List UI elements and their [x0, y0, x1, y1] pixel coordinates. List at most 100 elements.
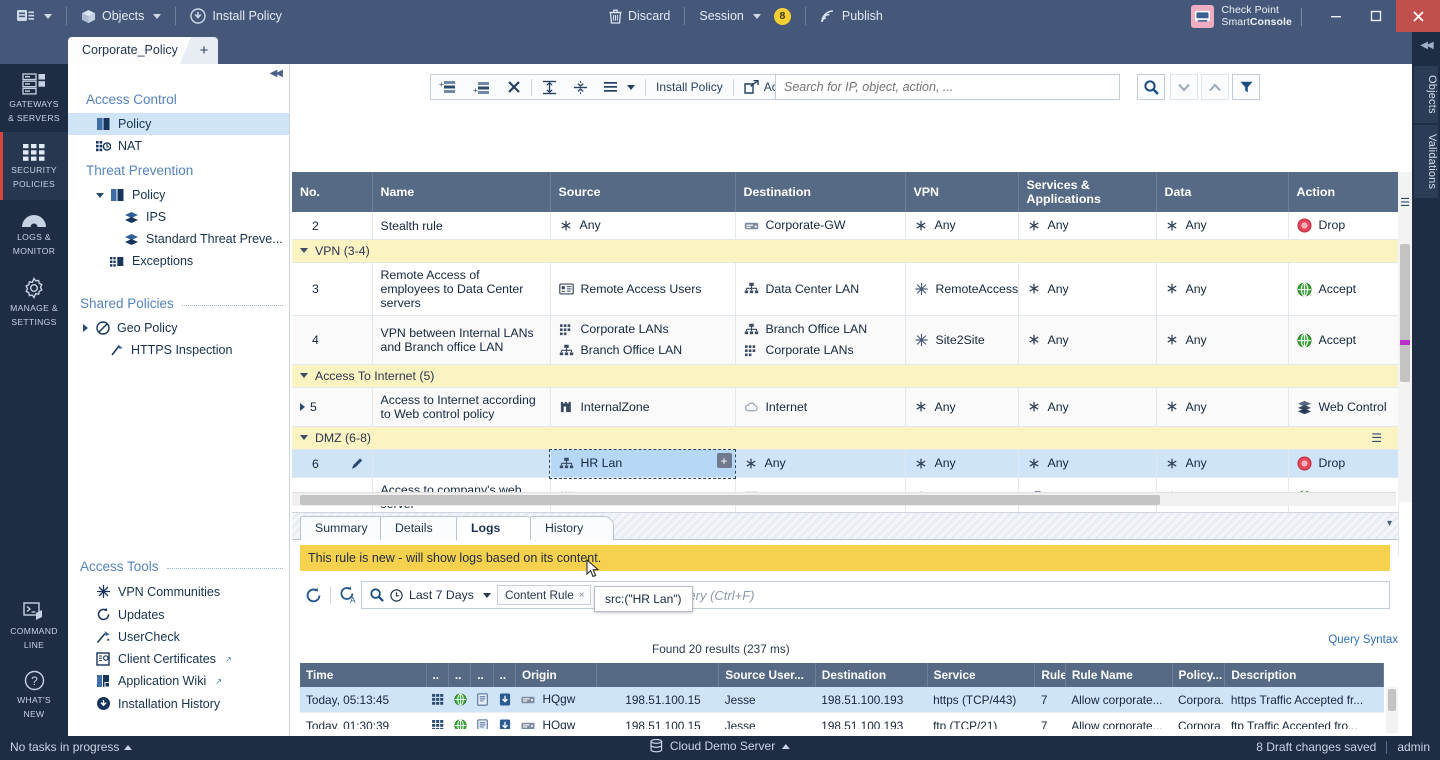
rule-name[interactable]: Remote Access of employees to Data Cente…: [372, 262, 551, 316]
rule-source[interactable]: HR Lan +: [549, 448, 736, 479]
rule-object[interactable]: HR Lan: [559, 455, 727, 472]
rule-object[interactable]: Any: [1165, 455, 1280, 472]
rule-object[interactable]: Data Center LAN: [744, 281, 897, 298]
rail-item-command-line[interactable]: COMMAND LINE: [0, 592, 68, 660]
rule-object[interactable]: Any: [744, 455, 897, 472]
install-policy-toolbar-button[interactable]: Install Policy: [648, 75, 731, 99]
user-label[interactable]: admin: [1397, 740, 1430, 754]
auto-refresh-button[interactable]: A: [335, 582, 361, 608]
rule-row[interactable]: 5 Access to Internet according to Web con…: [292, 387, 1399, 427]
rule-data[interactable]: Any: [1156, 212, 1289, 240]
nav-group-threat-prevention[interactable]: Threat Prevention: [68, 157, 289, 184]
scrollbar-thumb[interactable]: [1388, 689, 1396, 711]
install-policy-button[interactable]: Install Policy: [181, 3, 290, 29]
policy-tab-corporate-policy[interactable]: Corporate_Policy: [68, 37, 205, 64]
logcol-action[interactable]: ..: [448, 663, 472, 687]
rule-action[interactable]: Web Control: [1288, 387, 1399, 427]
new-tab-button[interactable]: +: [180, 37, 218, 64]
log-row[interactable]: Today, 05:13:45 HQgw 198.51.100.15 Jesse 198…: [300, 687, 1384, 713]
discard-button[interactable]: Discard: [600, 4, 679, 29]
rule-object[interactable]: Corporate LANs: [744, 342, 897, 359]
search-prev-button[interactable]: [1201, 74, 1229, 100]
rule-source[interactable]: Remote Access Users: [550, 262, 736, 316]
main-menu-button[interactable]: [8, 4, 61, 28]
rule-object[interactable]: Any: [1027, 399, 1148, 416]
rule-object[interactable]: Any: [914, 455, 1010, 472]
rule-group-header[interactable]: VPN (3-4): [292, 239, 1399, 263]
rule-services[interactable]: Any: [1018, 387, 1157, 427]
rule-name[interactable]: Access to Internet according to Web cont…: [372, 387, 551, 427]
rule-object[interactable]: Any: [1027, 217, 1148, 234]
rule-vpn[interactable]: Any: [905, 212, 1019, 240]
expand-all-button[interactable]: [534, 75, 565, 99]
scrollbar-thumb[interactable]: [1400, 244, 1410, 382]
chip-close-icon[interactable]: ×: [579, 590, 585, 601]
rule-object[interactable]: Any: [914, 399, 1010, 416]
rule-destination[interactable]: Data Center LAN: [735, 262, 906, 316]
rule-data[interactable]: Any: [1156, 262, 1289, 316]
rule-object[interactable]: Accept: [1296, 332, 1390, 349]
policy-search-button[interactable]: [1137, 74, 1165, 100]
log-vertical-scrollbar[interactable]: [1386, 687, 1398, 733]
right-tab-objects[interactable]: Objects: [1414, 66, 1438, 123]
logcol-blade[interactable]: ..: [426, 663, 449, 687]
rule-group-header[interactable]: DMZ (6-8) ☰: [292, 426, 1399, 450]
search-next-button[interactable]: [1170, 74, 1198, 100]
nav-item-application-wiki[interactable]: Application Wiki ↗: [68, 670, 289, 692]
rule-object[interactable]: Site2Site: [914, 332, 1010, 349]
rule-vpn[interactable]: Any: [905, 449, 1019, 478]
content-rule-chip[interactable]: Content Rule ×: [496, 585, 591, 605]
rule-services[interactable]: Any: [1018, 212, 1157, 240]
session-button[interactable]: Session 8: [690, 3, 799, 30]
logcol-description[interactable]: Description: [1224, 663, 1384, 687]
rail-item-security-policies[interactable]: SECURITY POLICIES: [0, 132, 68, 200]
nav-item-exceptions[interactable]: Exceptions: [68, 250, 289, 272]
rule-services[interactable]: Any: [1018, 262, 1157, 316]
nav-item-geo-policy[interactable]: Geo Policy: [68, 317, 289, 339]
rule-name[interactable]: [372, 449, 551, 478]
rule-object[interactable]: Corporate LANs: [559, 321, 727, 338]
logcol-type[interactable]: ..: [470, 663, 494, 687]
draft-changes-label[interactable]: 8 Draft changes saved: [1256, 740, 1376, 754]
policy-search-box[interactable]: [775, 74, 1120, 100]
rail-item-whats-new[interactable]: ? WHAT'S NEW: [0, 660, 68, 728]
nav-item-tp-policy[interactable]: Policy: [68, 184, 289, 206]
nav-item-vpn-communities[interactable]: VPN Communities: [68, 580, 289, 603]
policy-horizontal-scrollbar[interactable]: [292, 492, 1396, 506]
rule-object[interactable]: Drop: [1296, 455, 1390, 472]
rule-destination[interactable]: Corporate-GW: [735, 212, 906, 240]
rail-item-logs-monitor[interactable]: LOGS & MONITOR: [0, 200, 68, 268]
status-server[interactable]: Cloud Demo Server: [650, 739, 791, 753]
query-syntax-link[interactable]: Query Syntax: [1328, 634, 1398, 646]
rule-object[interactable]: Any: [1165, 332, 1280, 349]
rail-item-manage-settings[interactable]: MANAGE & SETTINGS: [0, 268, 68, 336]
rule-vpn[interactable]: RemoteAccess: [905, 262, 1019, 316]
rule-object[interactable]: Any: [1165, 217, 1280, 234]
logcol-policy[interactable]: Policy...: [1172, 663, 1226, 687]
nav-item-nat[interactable]: NAT: [68, 135, 289, 157]
policy-vertical-scrollbar[interactable]: ☰: [1398, 172, 1412, 502]
rule-action[interactable]: Accept: [1288, 315, 1399, 365]
rule-name[interactable]: Stealth rule: [372, 212, 551, 240]
rule-group-label[interactable]: VPN (3-4): [292, 239, 1399, 263]
rule-object[interactable]: Any: [1165, 281, 1280, 298]
minimize-button[interactable]: [1316, 0, 1356, 32]
rule-group-header[interactable]: Access To Internet (5): [292, 364, 1399, 388]
col-source[interactable]: Source: [550, 172, 736, 212]
filter-button[interactable]: [1232, 74, 1260, 100]
log-row[interactable]: Today, 01:30:39 HQgw 198.51.100.15 Jesse 198…: [300, 712, 1384, 729]
rule-object[interactable]: Remote Access Users: [558, 281, 727, 298]
rule-object[interactable]: Web Control: [1297, 399, 1390, 416]
logcol-origin[interactable]: Origin: [515, 663, 598, 687]
objects-button[interactable]: Objects: [72, 4, 170, 29]
status-tasks[interactable]: No tasks in progress: [10, 740, 133, 754]
rule-row[interactable]: 2 Stealth rule Any Corporate-GW Any Any Any Dro…: [292, 212, 1399, 240]
rule-object[interactable]: Internet: [744, 399, 897, 416]
rule-row[interactable]: 3 Remote Access of employees to Data Cent…: [292, 262, 1399, 316]
rule-source[interactable]: Any: [550, 212, 736, 240]
time-filter-label[interactable]: Last 7 Days: [409, 588, 474, 602]
rule-object[interactable]: Any: [914, 217, 1010, 234]
rule-destination[interactable]: Internet: [735, 387, 906, 427]
rule-name[interactable]: VPN between Internal LANs and Branch off…: [372, 315, 551, 365]
logcol-destination[interactable]: Destination: [815, 663, 928, 687]
